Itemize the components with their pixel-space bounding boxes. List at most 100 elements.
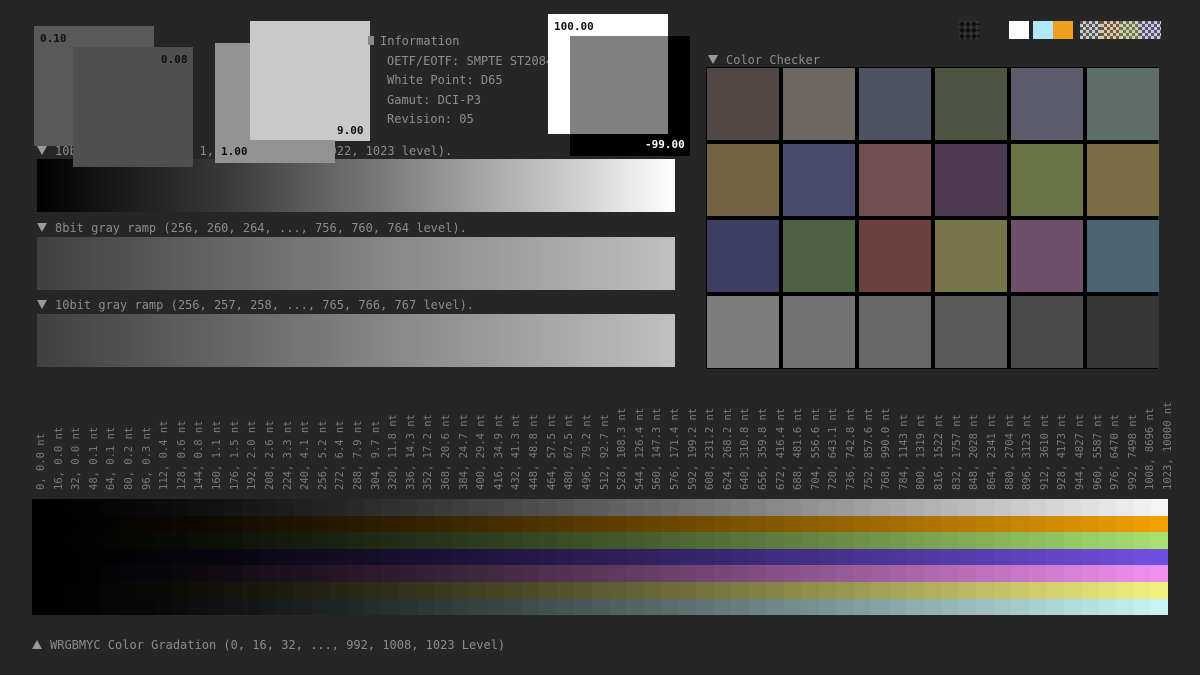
gradation-step	[1063, 598, 1082, 616]
gradation-step	[853, 499, 872, 516]
gradation-step	[189, 515, 207, 533]
gradation-step	[154, 515, 172, 533]
gradation-step	[399, 598, 417, 616]
nit-label-text: 496, 79.2 nt	[580, 414, 593, 490]
gradation-step	[626, 598, 644, 616]
gradation-step	[993, 499, 1012, 516]
nit-label-text: 512, 92.7 nt	[598, 414, 611, 490]
gradation-row-magenta	[32, 565, 1169, 582]
gradation-step	[101, 532, 120, 549]
gradation-step	[521, 582, 540, 599]
gradation-step	[136, 499, 155, 516]
gradation-step	[1063, 565, 1082, 582]
gradation-step	[853, 598, 872, 616]
information-panel: Information OETF/EOTF: SMPTE ST2084 Whit…	[368, 32, 553, 130]
gradation-step	[626, 548, 644, 566]
nit-label: 864, 2341 nt	[986, 390, 1003, 490]
gradation-step	[591, 548, 609, 566]
gradation-step	[119, 515, 137, 533]
gradation-step	[416, 598, 435, 616]
gradation-step	[154, 582, 172, 599]
gradation-step	[346, 532, 365, 549]
info-line: White Point: D65	[387, 73, 503, 87]
gradation-step	[1063, 499, 1082, 516]
nit-label: 64, 0.1 nt	[105, 390, 122, 490]
gradation-step	[766, 515, 784, 533]
gradation-step	[748, 548, 767, 566]
nit-label-text: 624, 268.2 nt	[721, 407, 734, 490]
gradation-step	[713, 499, 732, 516]
nit-label: 96, 0.3 nt	[141, 390, 158, 490]
gradation-step	[434, 499, 452, 516]
gradation-step	[136, 598, 155, 616]
gradation-step	[399, 582, 417, 599]
gradation-step	[469, 532, 487, 549]
gradation-step	[189, 532, 207, 549]
gradation-step	[556, 582, 575, 599]
gradation-step	[101, 515, 120, 533]
gradation-step	[1063, 515, 1082, 533]
nit-label-text: 80, 0.2 nt	[123, 426, 136, 490]
gradation-step	[871, 515, 889, 533]
ramp-10bit-mid	[37, 314, 675, 367]
nit-label-text: 1008, 8696 nt	[1144, 407, 1157, 490]
gradation-step	[1116, 515, 1134, 533]
gradation-step	[154, 548, 172, 566]
gradation-step	[1133, 532, 1151, 549]
nit-label: 16, 0.0 nt	[53, 390, 70, 490]
gradation-step	[381, 598, 400, 616]
gradation-step	[171, 515, 190, 533]
info-line: Gamut: DCI-P3	[387, 92, 481, 107]
nit-label: 480, 67.5 nt	[563, 390, 580, 490]
nit-label-text: 816, 1522 nt	[933, 414, 946, 490]
gradation-step	[416, 515, 435, 533]
gradation-step	[626, 499, 644, 516]
gradation-step	[469, 598, 487, 616]
gradation-step	[504, 598, 522, 616]
gradation-step	[748, 532, 767, 549]
nit-label: 160, 1.1 nt	[211, 390, 228, 490]
ramp-8bit	[37, 237, 675, 290]
gradation-step	[574, 499, 592, 516]
gradation-step	[381, 515, 400, 533]
gradation-step	[486, 532, 505, 549]
gradation-step	[416, 548, 435, 566]
gradation-step	[101, 499, 120, 516]
gradation-step	[1133, 499, 1151, 516]
gradation-step	[241, 598, 260, 616]
color-checker-patch	[1087, 68, 1159, 140]
gradation-step	[84, 499, 102, 516]
color-checker-patch	[859, 296, 931, 368]
gradation-step	[871, 499, 889, 516]
gradation-step	[1028, 499, 1047, 516]
gradation-step	[469, 582, 487, 599]
nit-label: 416, 34.9 nt	[493, 390, 510, 490]
gradation-step	[1081, 598, 1099, 616]
gradation-step	[888, 582, 907, 599]
gradation-step	[923, 582, 942, 599]
gradation-step	[1046, 532, 1064, 549]
gradation-step	[591, 499, 609, 516]
gradation-step	[259, 582, 277, 599]
gradation-step	[1011, 582, 1029, 599]
gradation-step	[49, 499, 67, 516]
nit-label: 48, 0.1 nt	[88, 390, 105, 490]
nit-label: 800, 1319 nt	[915, 390, 932, 490]
gradation-step	[311, 548, 330, 566]
gradation-step	[783, 598, 802, 616]
gradation-step	[731, 532, 749, 549]
gradation-step	[1011, 532, 1029, 549]
gradation-step	[836, 532, 854, 549]
gradation-step	[224, 548, 242, 566]
gradation-step	[591, 515, 609, 533]
gradation-step	[32, 548, 50, 566]
gradation-step	[608, 499, 627, 516]
nit-label-text: 208, 2.6 nt	[263, 420, 276, 490]
nit-label: 80, 0.2 nt	[123, 390, 140, 490]
gradation-step	[294, 565, 312, 582]
gradation-step	[696, 515, 714, 533]
gradation-step	[364, 532, 382, 549]
gradation-step	[469, 565, 487, 582]
gradation-step	[1028, 582, 1047, 599]
gradation-step	[1133, 598, 1151, 616]
